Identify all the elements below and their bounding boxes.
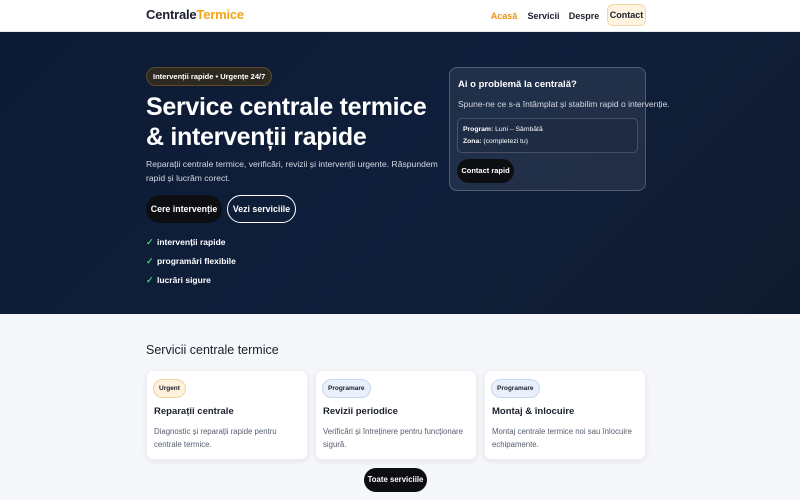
quick-contact-card: Ai o problemă la centrală? Spune-ne ce s…: [449, 67, 670, 191]
service-tag: Programare: [322, 379, 371, 398]
zone-label: Zona:: [463, 138, 482, 145]
check-icon: ✓: [146, 256, 154, 266]
nav-link-about[interactable]: Despre: [566, 4, 602, 28]
hero-badge: Intervenții rapide • Urgențe 24/7: [146, 67, 273, 86]
service-tag: Programare: [491, 379, 540, 398]
quick-contact-title: Ai o problemă la centrală?: [458, 79, 577, 90]
service-name: Revizii periodice: [323, 406, 398, 417]
quick-contact-button[interactable]: Contact rapid: [457, 159, 514, 183]
feature-label: programări flexibile: [157, 256, 236, 266]
request-intervention-button[interactable]: Cere intervenție: [146, 195, 222, 223]
all-services-button[interactable]: Toate serviciile: [364, 468, 427, 492]
nav-link-services[interactable]: Servicii: [527, 4, 560, 28]
nav-link-home[interactable]: Acasă: [488, 4, 520, 28]
service-description: Diagnostic și reparații rapide pentru ce…: [154, 427, 277, 449]
quick-contact-info-box: Program: Luni – Sâmbătă Zona: (completez…: [457, 118, 638, 153]
services-section-title: Servicii centrale termice: [146, 343, 279, 357]
service-card-revisions[interactable]: Programare Revizii periodice Verificări …: [315, 370, 477, 460]
hero-title: Service centrale termice & intervenții r…: [146, 93, 427, 151]
schedule-line: Program: Luni – Sâmbătă: [463, 126, 543, 133]
service-card-repairs[interactable]: Urgent Reparații centrale Diagnostic și …: [146, 370, 308, 460]
check-icon: ✓: [146, 275, 154, 285]
service-card-installation[interactable]: Programare Montaj & înlocuire Montaj cen…: [484, 370, 646, 460]
check-icon: ✓: [146, 237, 154, 247]
view-services-button[interactable]: Vezi serviciile: [227, 195, 296, 223]
feature-label: lucrări sigure: [157, 275, 211, 285]
service-name: Montaj & înlocuire: [492, 406, 575, 417]
quick-contact-text: Spune-ne ce s-a întâmplat și stabilim ra…: [458, 99, 670, 109]
feature-item: ✓ intervenții rapide: [146, 232, 226, 247]
hero-subtitle: Reparații centrale termice, verificări, …: [146, 159, 438, 183]
main-nav: Acasă Servicii Despre Contact: [0, 4, 800, 28]
service-description: Verificări și întreținere pentru funcțio…: [323, 427, 463, 449]
nav-link-contact[interactable]: Contact: [607, 4, 646, 26]
service-name: Reparații centrale: [154, 406, 234, 417]
service-description: Montaj centrale termice noi sau înlocuir…: [492, 427, 632, 449]
feature-label: intervenții rapide: [157, 237, 226, 247]
feature-item: ✓ lucrări sigure: [146, 270, 211, 285]
site-header: CentraleTermice Acasă Servicii Despre Co…: [0, 0, 800, 32]
zone-line: Zona: (completezi tu): [463, 138, 528, 145]
schedule-value: Luni – Sâmbătă: [495, 126, 543, 133]
zone-value: (completezi tu): [483, 138, 528, 145]
service-tag: Urgent: [153, 379, 186, 398]
feature-item: ✓ programări flexibile: [146, 251, 236, 266]
schedule-label: Program:: [463, 126, 494, 133]
